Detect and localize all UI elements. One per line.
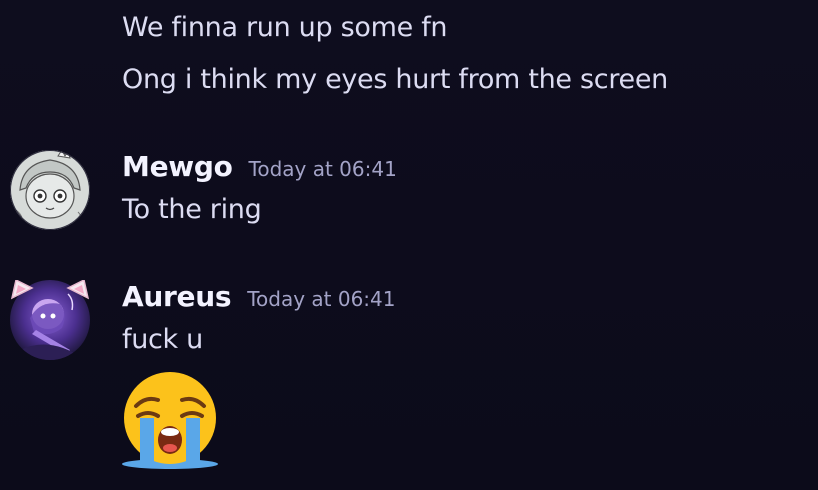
chat-message-list: We finna run up some fn Ong i think my e…: [0, 0, 818, 490]
avatar-aureus[interactable]: [10, 278, 90, 360]
message-timestamp[interactable]: Today at 06:41: [247, 287, 395, 311]
message-line: We finna run up some fn: [122, 12, 448, 43]
sketch-character-avatar-icon: [10, 150, 90, 230]
message-line: fuck u: [122, 324, 203, 355]
loudly-crying-face-emoji-icon[interactable]: [120, 372, 220, 472]
message-header-aureus: Aureus Today at 06:41: [122, 280, 396, 313]
cat-ear-anime-avatar-icon: [10, 278, 90, 360]
message-line: To the ring: [122, 194, 262, 225]
author-name[interactable]: Aureus: [122, 280, 232, 313]
message-timestamp[interactable]: Today at 06:41: [249, 157, 397, 181]
avatar-mewgo[interactable]: [10, 150, 90, 230]
message-header-mewgo: Mewgo Today at 06:41: [122, 150, 397, 183]
message-line: Ong i think my eyes hurt from the screen: [122, 64, 668, 95]
author-name[interactable]: Mewgo: [122, 150, 233, 183]
